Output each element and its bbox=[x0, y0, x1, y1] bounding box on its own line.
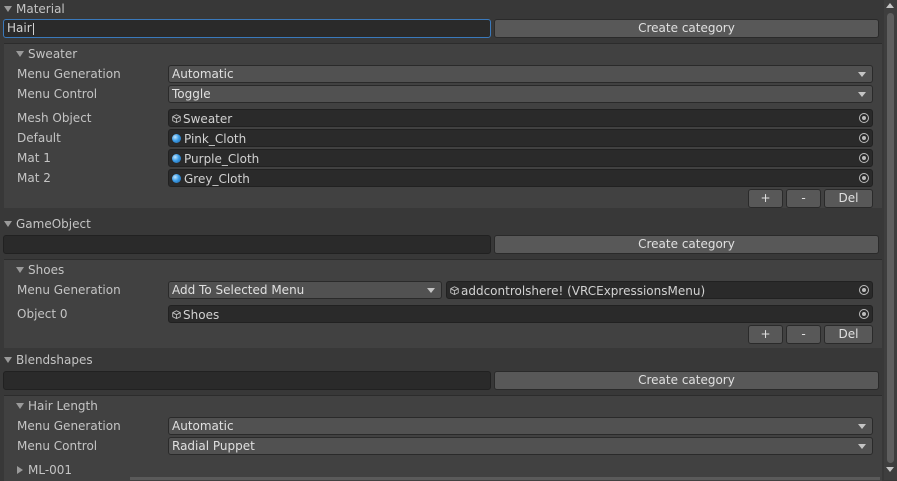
foldout-sweater[interactable]: Sweater bbox=[12, 45, 77, 63]
material-row-label: Mat 2 bbox=[17, 171, 51, 185]
material-field-mat1[interactable]: Purple_Cloth bbox=[168, 149, 873, 167]
menu-generation-dropdown[interactable]: Automatic bbox=[168, 417, 873, 435]
group-title: Sweater bbox=[28, 47, 78, 61]
scroll-down-icon[interactable] bbox=[886, 467, 894, 472]
section-title: GameObject bbox=[16, 217, 91, 231]
object-picker-icon[interactable] bbox=[859, 153, 869, 163]
material-field-mat2[interactable]: Grey_Cloth bbox=[168, 169, 873, 187]
foldout-material[interactable]: Material bbox=[0, 0, 65, 18]
cube-icon bbox=[450, 286, 459, 295]
create-category-button[interactable]: Create category bbox=[494, 371, 879, 390]
menu-generation-label: Menu Generation bbox=[17, 419, 121, 433]
remove-row-button[interactable]: - bbox=[786, 189, 821, 208]
material-row-label: Mat 1 bbox=[17, 151, 51, 165]
foldout-arrow-icon bbox=[16, 267, 24, 273]
category-name-input[interactable] bbox=[3, 235, 491, 254]
group-title: Shoes bbox=[28, 263, 65, 277]
category-name-input[interactable] bbox=[3, 371, 491, 390]
mesh-object-field[interactable]: Sweater bbox=[168, 109, 873, 127]
delete-group-button[interactable]: Del bbox=[824, 189, 873, 208]
object-picker-icon[interactable] bbox=[859, 113, 869, 123]
menu-control-dropdown[interactable]: Radial Puppet bbox=[168, 437, 873, 455]
foldout-ml-001[interactable]: ML-001 bbox=[12, 461, 72, 479]
material-row-label: Default bbox=[17, 131, 61, 145]
foldout-hair-length[interactable]: Hair Length bbox=[12, 397, 98, 415]
material-sphere-icon bbox=[172, 174, 181, 183]
subgroup-title: ML-001 bbox=[28, 463, 73, 477]
cube-icon bbox=[172, 114, 181, 123]
chevron-down-icon bbox=[858, 72, 866, 77]
foldout-arrow-icon bbox=[16, 403, 24, 409]
menu-generation-dropdown[interactable]: Add To Selected Menu bbox=[168, 281, 442, 299]
add-row-button[interactable]: + bbox=[748, 189, 783, 208]
foldout-arrow-collapsed-icon bbox=[17, 466, 23, 474]
group-title: Hair Length bbox=[28, 399, 98, 413]
menu-generation-label: Menu Generation bbox=[17, 283, 121, 297]
chevron-down-icon bbox=[858, 424, 866, 429]
target-menu-field[interactable]: addcontrolshere! (VRCExpressionsMenu) bbox=[446, 281, 873, 299]
menu-control-label: Menu Control bbox=[17, 439, 98, 453]
add-row-button[interactable]: + bbox=[748, 325, 783, 344]
material-sphere-icon bbox=[172, 154, 181, 163]
object-picker-icon[interactable] bbox=[859, 309, 869, 319]
menu-control-label: Menu Control bbox=[17, 87, 98, 101]
foldout-gameobject[interactable]: GameObject bbox=[0, 215, 91, 233]
object-picker-icon[interactable] bbox=[859, 285, 869, 295]
object-picker-icon[interactable] bbox=[859, 133, 869, 143]
chevron-down-icon bbox=[858, 92, 866, 97]
menu-control-dropdown[interactable]: Toggle bbox=[168, 85, 873, 103]
section-title: Material bbox=[16, 2, 65, 16]
delete-group-button[interactable]: Del bbox=[824, 325, 873, 344]
scroll-up-icon[interactable] bbox=[886, 3, 894, 8]
cube-icon bbox=[172, 310, 181, 319]
create-category-button[interactable]: Create category bbox=[494, 235, 879, 254]
text-caret bbox=[32, 22, 34, 35]
category-name-input[interactable]: Hair bbox=[3, 19, 491, 38]
mesh-object-label: Mesh Object bbox=[17, 111, 92, 125]
chevron-down-icon bbox=[858, 444, 866, 449]
foldout-arrow-icon bbox=[4, 221, 12, 227]
scrollbar-thumb[interactable] bbox=[887, 13, 894, 463]
foldout-arrow-icon bbox=[4, 357, 12, 363]
menu-generation-label: Menu Generation bbox=[17, 67, 121, 81]
foldout-arrow-icon bbox=[16, 51, 24, 57]
chevron-down-icon bbox=[427, 288, 435, 293]
create-category-button[interactable]: Create category bbox=[494, 19, 879, 38]
object-label: Object 0 bbox=[17, 307, 68, 321]
section-title: Blendshapes bbox=[16, 353, 93, 367]
object-field[interactable]: Shoes bbox=[168, 305, 873, 323]
foldout-shoes[interactable]: Shoes bbox=[12, 261, 64, 279]
remove-row-button[interactable]: - bbox=[786, 325, 821, 344]
material-sphere-icon bbox=[172, 134, 181, 143]
foldout-arrow-icon bbox=[4, 6, 12, 12]
material-field-default[interactable]: Pink_Cloth bbox=[168, 129, 873, 147]
foldout-blendshapes[interactable]: Blendshapes bbox=[0, 351, 93, 369]
object-picker-icon[interactable] bbox=[859, 173, 869, 183]
menu-generation-dropdown[interactable]: Automatic bbox=[168, 65, 873, 83]
